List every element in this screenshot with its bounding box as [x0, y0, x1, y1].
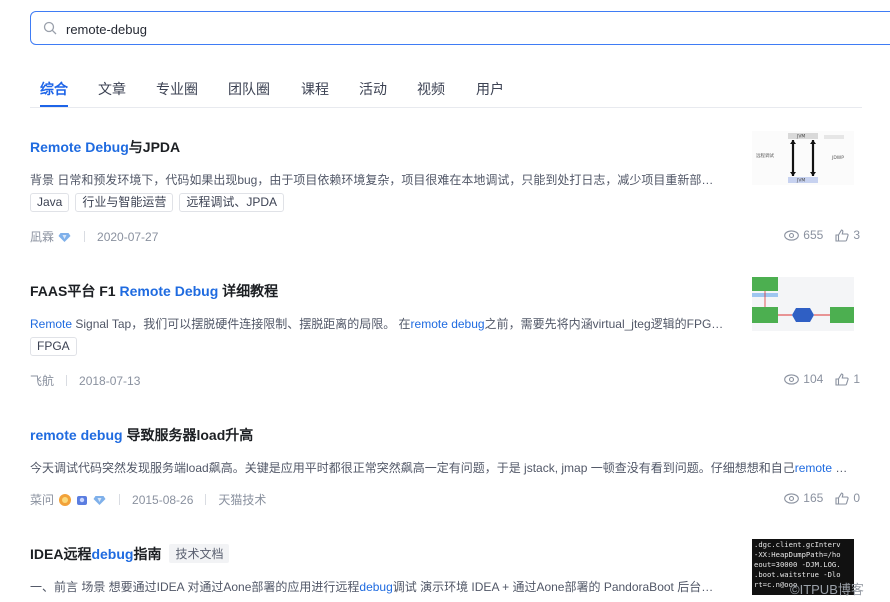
likes-count: 1	[853, 372, 860, 386]
result-meta: 凪霖 2020-07-27	[30, 228, 158, 245]
result-item: remote debug 导致服务器load升高 今天调试代码突然发现服务端lo…	[30, 425, 860, 525]
title-text: 导致服务器load升高	[122, 427, 254, 443]
search-icon	[43, 21, 57, 35]
result-title[interactable]: IDEA远程debug指南 技术文档	[30, 544, 230, 564]
result-thumbnail[interactable]: 远程调试 JDWP JVM JVM	[752, 131, 854, 185]
views-icon	[784, 229, 800, 241]
desc-text: 之前，需要先将内涵virtual_jteg逻辑的FPG…	[484, 317, 724, 331]
author-name[interactable]: 菜问	[30, 491, 54, 508]
author-medal-icon	[77, 495, 88, 505]
likes-count: 0	[853, 491, 860, 505]
title-text: 详细教程	[218, 283, 279, 299]
tag[interactable]: FPGA	[30, 337, 77, 356]
meta-divider	[66, 375, 68, 386]
desc-highlight: debug	[359, 580, 393, 594]
watermark: ©ITPUB博客	[790, 582, 864, 597]
tag-list: Java 行业与智能运营 远程调试、JPDA	[30, 193, 285, 212]
author-name[interactable]: 凪霖	[30, 228, 54, 245]
desc-highlight: Remote	[30, 317, 73, 331]
tag[interactable]: 远程调试、JPDA	[179, 193, 285, 212]
doc-type-badge: 技术文档	[169, 544, 230, 563]
author-medal-icon	[58, 232, 71, 242]
meta-divider	[119, 494, 121, 505]
search-input[interactable]	[64, 18, 828, 40]
title-text: 与JPDA	[128, 139, 181, 155]
thumb-code-line: .dgc.client.gcInterv	[754, 540, 841, 549]
publish-date: 2020-07-27	[97, 229, 159, 244]
author-medal-icon	[59, 493, 72, 506]
thumb-code-line: eout=30000 -DJM.LOG.	[754, 560, 841, 569]
desc-text: …	[832, 461, 848, 475]
result-stats: 104 1	[784, 372, 860, 386]
views-count: 655	[803, 228, 824, 242]
tab-articles[interactable]: 文章	[98, 79, 126, 107]
title-text: IDEA远程	[30, 546, 92, 562]
publish-date: 2015-08-26	[132, 492, 194, 507]
tab-users[interactable]: 用户	[476, 79, 504, 107]
desc-highlight: remote	[794, 461, 833, 475]
desc-text: 一、前言 场景 想要通过IDEA 对通过Aone部署的应用进行远程	[30, 580, 360, 594]
desc-text: 调试 演示环境 IDEA + 通过Aone部署的 PandoraBoot 后台…	[392, 580, 714, 594]
tab-courses[interactable]: 课程	[301, 79, 329, 107]
thumb-label: 远程调试	[756, 152, 774, 159]
tab-videos[interactable]: 视频	[417, 79, 445, 107]
author-name[interactable]: 飞航	[30, 372, 54, 389]
like-icon[interactable]	[835, 491, 849, 505]
title-highlight: Remote Debug	[119, 283, 219, 299]
like-icon[interactable]	[835, 228, 849, 242]
result-item: FAAS平台 F1 Remote Debug 详细教程 Remote Signa…	[30, 277, 860, 391]
result-tabs: 综合 文章 专业圈 团队圈 课程 活动 视频 用户	[30, 71, 862, 108]
search-box[interactable]	[30, 11, 890, 45]
meta-divider	[205, 494, 207, 505]
tab-all[interactable]: 综合	[40, 79, 68, 107]
title-text: 指南	[133, 546, 162, 562]
result-meta: 菜问 2015-08-26 天猫技术	[30, 491, 266, 508]
title-text: FAAS平台 F1	[30, 283, 120, 299]
views-count: 104	[803, 372, 824, 386]
result-title[interactable]: Remote Debug与JPDA	[30, 137, 180, 157]
views-icon	[784, 373, 800, 385]
thumb-code-line: .boot.waitstrue -Dlo	[754, 570, 841, 579]
tab-pro-circle[interactable]: 专业圈	[156, 79, 198, 107]
title-highlight: debug	[91, 546, 134, 562]
desc-text: Signal Tap，我们可以摆脱硬件连接限制、摆脱距离的局限。 在	[72, 317, 411, 331]
thumb-code-line: -XX:HeapDumpPath=/ho	[754, 550, 841, 559]
result-description: Remote Signal Tap，我们可以摆脱硬件连接限制、摆脱距离的局限。 …	[30, 315, 730, 332]
tag-list: FPGA	[30, 337, 77, 356]
views-icon	[784, 492, 800, 504]
result-item: Remote Debug与JPDA 背景 日常和预发环境下，代码如果出现bug，…	[30, 131, 860, 247]
title-highlight: Remote Debug	[30, 139, 129, 155]
desc-highlight: remote debug	[410, 317, 485, 331]
result-description: 今天调试代码突然发现服务端load飙高。关键是应用平时都很正常突然飙高一定有问题…	[30, 459, 855, 476]
author-medal-icon	[93, 495, 106, 505]
publish-date: 2018-07-13	[79, 373, 141, 388]
title-highlight: remote debug	[30, 427, 123, 443]
team-name[interactable]: 天猫技术	[218, 491, 266, 508]
like-icon[interactable]	[835, 372, 849, 386]
result-description: 一、前言 场景 想要通过IDEA 对通过Aone部署的应用进行远程debug调试…	[30, 578, 730, 595]
views-count: 165	[803, 491, 824, 505]
result-thumbnail[interactable]	[752, 277, 854, 331]
result-item: IDEA远程debug指南 技术文档 一、前言 场景 想要通过IDEA 对通过Ao…	[30, 539, 860, 602]
thumb-label: JVM	[796, 134, 805, 140]
likes-count: 3	[853, 228, 860, 242]
result-meta: 飞航 2018-07-13	[30, 372, 140, 389]
result-stats: 165 0	[784, 491, 860, 505]
desc-text: 今天调试代码突然发现服务端load飙高。关键是应用平时都很正常突然飙高一定有问题…	[30, 461, 795, 475]
result-description: 背景 日常和预发环境下，代码如果出现bug，由于项目依赖环境复杂，项目很难在本地…	[30, 173, 714, 187]
thumb-label: JVM	[796, 178, 805, 184]
result-title[interactable]: remote debug 导致服务器load升高	[30, 425, 253, 445]
tab-events[interactable]: 活动	[359, 79, 387, 107]
result-stats: 655 3	[784, 228, 860, 242]
tab-team-circle[interactable]: 团队圈	[228, 79, 270, 107]
result-title[interactable]: FAAS平台 F1 Remote Debug 详细教程	[30, 281, 278, 301]
meta-divider	[84, 231, 86, 242]
thumb-label: JDWP	[831, 155, 844, 161]
tag[interactable]: Java	[30, 193, 70, 212]
tag[interactable]: 行业与智能运营	[75, 193, 174, 212]
